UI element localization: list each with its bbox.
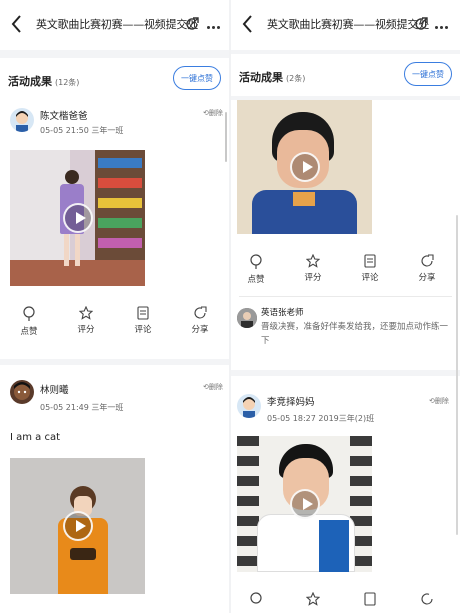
share-button[interactable] [407,592,447,609]
post-author[interactable]: 陈文楷爸爸 [40,108,88,122]
left-screen: 英文歌曲比赛初赛——视频提交处 活动成果 (12条) 一键点赞 陈文楷爸爸 05-… [0,0,229,613]
like-button[interactable] [236,592,276,611]
share-icon [194,306,207,319]
section-title: 活动成果 (12条) [8,75,80,88]
play-icon[interactable] [62,511,93,541]
avatar[interactable] [10,108,34,132]
back-arrow-icon[interactable] [10,14,24,34]
section-count: (12条) [55,78,80,87]
back-arrow-icon[interactable] [241,14,255,34]
share-button[interactable]: 分享 [407,254,447,283]
video-thumbnail[interactable] [237,436,372,572]
avatar[interactable] [237,394,261,418]
avatar[interactable] [237,308,257,328]
post-actions: 点赞 评分 评论 分享 [0,306,229,346]
post-text: I am a cat [10,432,61,443]
play-icon[interactable] [62,203,93,233]
nav-bar: 英文歌曲比赛初赛——视频提交处 [231,0,460,50]
comment-author[interactable]: 英语张老师 [261,306,304,318]
post-author[interactable]: 林则曦 [40,382,69,396]
rate-button[interactable]: 评分 [293,254,333,283]
rate-button[interactable]: 评分 [66,306,106,335]
divider [0,50,229,58]
share-button[interactable]: 分享 [180,306,220,335]
avatar[interactable] [10,380,34,404]
delete-button[interactable]: ⟲删除 [203,382,223,392]
like-button[interactable]: 点赞 [9,306,49,337]
rate-button[interactable] [293,592,333,609]
comment-text: 晋级决赛，准备好伴奏发给我，还要加点动作练一下 [261,322,449,346]
post-meta: 05-05 21:49 三年一班 [40,403,124,412]
divider [239,296,452,297]
play-icon[interactable] [289,489,320,519]
play-icon[interactable] [289,152,320,182]
like-icon [250,592,262,604]
video-thumbnail[interactable] [237,100,372,234]
section-title: 活动成果 (2条) [239,71,306,84]
like-icon [23,306,35,321]
video-thumbnail[interactable] [10,150,145,286]
comment-button[interactable] [350,592,390,609]
share-icon [421,254,434,267]
comment-icon [364,592,376,606]
comment-icon [137,306,149,320]
section-header: 活动成果 (12条) 一键点赞 [0,58,229,102]
more-menu-icon[interactable] [435,23,450,29]
comment-icon [364,254,376,268]
video-thumbnail[interactable] [10,458,145,594]
share-link-icon[interactable] [184,16,200,32]
page-title: 英文歌曲比赛初赛——视频提交处 [267,18,429,31]
like-button[interactable]: 点赞 [236,254,276,285]
post-author[interactable]: 李竞择妈妈 [267,394,315,408]
post-actions [231,592,460,613]
nav-bar: 英文歌曲比赛初赛——视频提交处 [0,0,229,50]
star-icon [79,306,93,320]
divider [0,359,229,365]
like-all-button[interactable]: 一键点赞 [404,62,452,86]
delete-button[interactable]: ⟲删除 [203,108,223,118]
scrollbar[interactable] [456,215,458,535]
scrollbar[interactable] [225,112,227,162]
star-icon [306,254,320,268]
share-icon [421,593,433,605]
page-title: 英文歌曲比赛初赛——视频提交处 [36,18,198,31]
post-meta: 05-05 21:50 三年一班 [40,126,124,135]
like-all-button[interactable]: 一键点赞 [173,66,221,90]
section-count: (2条) [286,74,306,83]
like-icon [250,254,262,269]
comment-button[interactable]: 评论 [350,254,390,283]
comment-button[interactable]: 评论 [123,306,163,335]
more-menu-icon[interactable] [207,23,222,29]
star-icon [306,592,320,606]
post-meta: 05-05 18:27 2019三年(2)班 [267,414,375,423]
share-link-icon[interactable] [413,16,429,32]
divider [231,370,460,376]
section-header: 活动成果 (2条) 一键点赞 [231,54,460,98]
right-screen: 英文歌曲比赛初赛——视频提交处 活动成果 (2条) 一键点赞 点赞 评分 评论 分… [231,0,460,613]
delete-button[interactable]: ⟲删除 [429,396,449,406]
post-actions: 点赞 评分 评论 分享 [231,254,460,294]
